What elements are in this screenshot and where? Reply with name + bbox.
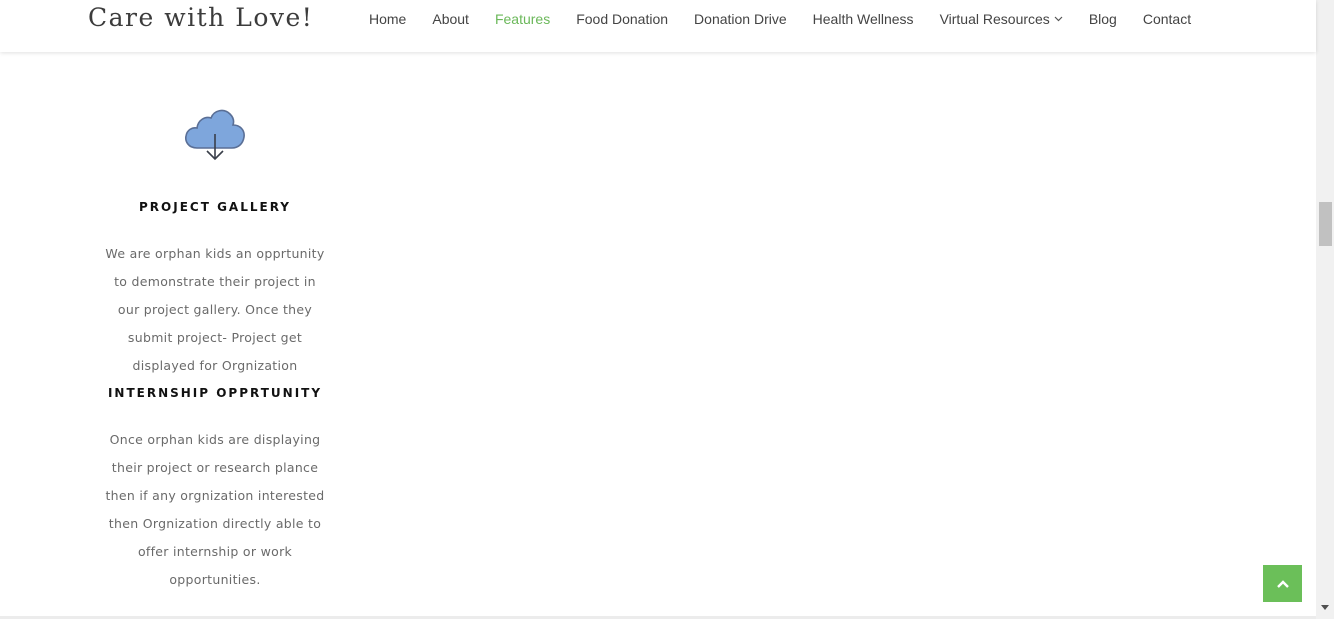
desc-line: their project or research plance [111, 460, 319, 475]
desc-line: then if any orgnization interested [105, 488, 325, 503]
nav-health-wellness-label: Health Wellness [812, 11, 914, 27]
site-header: Care with Love! Home About Features Food… [0, 0, 1316, 52]
vertical-scrollbar[interactable] [1316, 0, 1334, 619]
scrollbar-thumb[interactable] [1319, 202, 1332, 246]
desc-line: Once orphan kids are displaying [109, 432, 321, 447]
chevron-down-icon [1054, 16, 1063, 22]
page: Care with Love! Home About Features Food… [0, 0, 1334, 619]
main-nav: Home About Features Food Donation Donati… [358, 0, 1206, 38]
site-logo[interactable]: Care with Love! [88, 2, 313, 34]
desc-line: displayed for Orgnization [132, 358, 298, 373]
desc-line: submit project- Project get [127, 330, 303, 345]
chevron-up-icon [1276, 579, 1289, 588]
nav-food-donation-label: Food Donation [576, 11, 669, 27]
desc-line: offer internship or work [137, 544, 293, 559]
scroll-down-arrow-icon[interactable] [1319, 604, 1331, 612]
feature-desc-project-gallery: We are orphan kids an opprtunity to demo… [104, 240, 326, 380]
nav-donation-drive-label: Donation Drive [694, 11, 787, 27]
nav-about-label: About [432, 11, 469, 27]
desc-line: to demonstrate their project in [114, 274, 316, 289]
nav-contact-label: Contact [1142, 11, 1192, 27]
nav-virtual-resources[interactable]: Virtual Resources [929, 11, 1074, 27]
nav-home-label: Home [369, 11, 407, 27]
desc-line: then Orgnization directly able to [108, 516, 322, 531]
feature-desc-internship: Once orphan kids are displaying their pr… [104, 426, 326, 594]
nav-features-label: Features [494, 11, 551, 27]
nav-virtual-resources-label: Virtual Resources [939, 11, 1050, 27]
feature-title-project-gallery: PROJECT GALLERY [139, 200, 291, 214]
desc-line: our project gallery. Once they [117, 302, 313, 317]
nav-about[interactable]: About [421, 11, 480, 27]
cloud-download-icon [185, 109, 245, 161]
nav-food-donation[interactable]: Food Donation [565, 11, 679, 27]
nav-blog[interactable]: Blog [1078, 11, 1128, 27]
nav-donation-drive[interactable]: Donation Drive [683, 11, 798, 27]
nav-home[interactable]: Home [358, 11, 417, 27]
nav-health-wellness[interactable]: Health Wellness [802, 11, 925, 27]
desc-line: opportunities. [169, 572, 261, 587]
feature-title-internship: INTERNSHIP OPPRTUNITY [107, 386, 323, 400]
nav-blog-label: Blog [1088, 11, 1117, 27]
back-to-top-button[interactable] [1263, 565, 1302, 602]
nav-features[interactable]: Features [484, 11, 561, 27]
nav-contact[interactable]: Contact [1132, 11, 1202, 27]
desc-line: We are orphan kids an opprtunity [105, 246, 325, 261]
